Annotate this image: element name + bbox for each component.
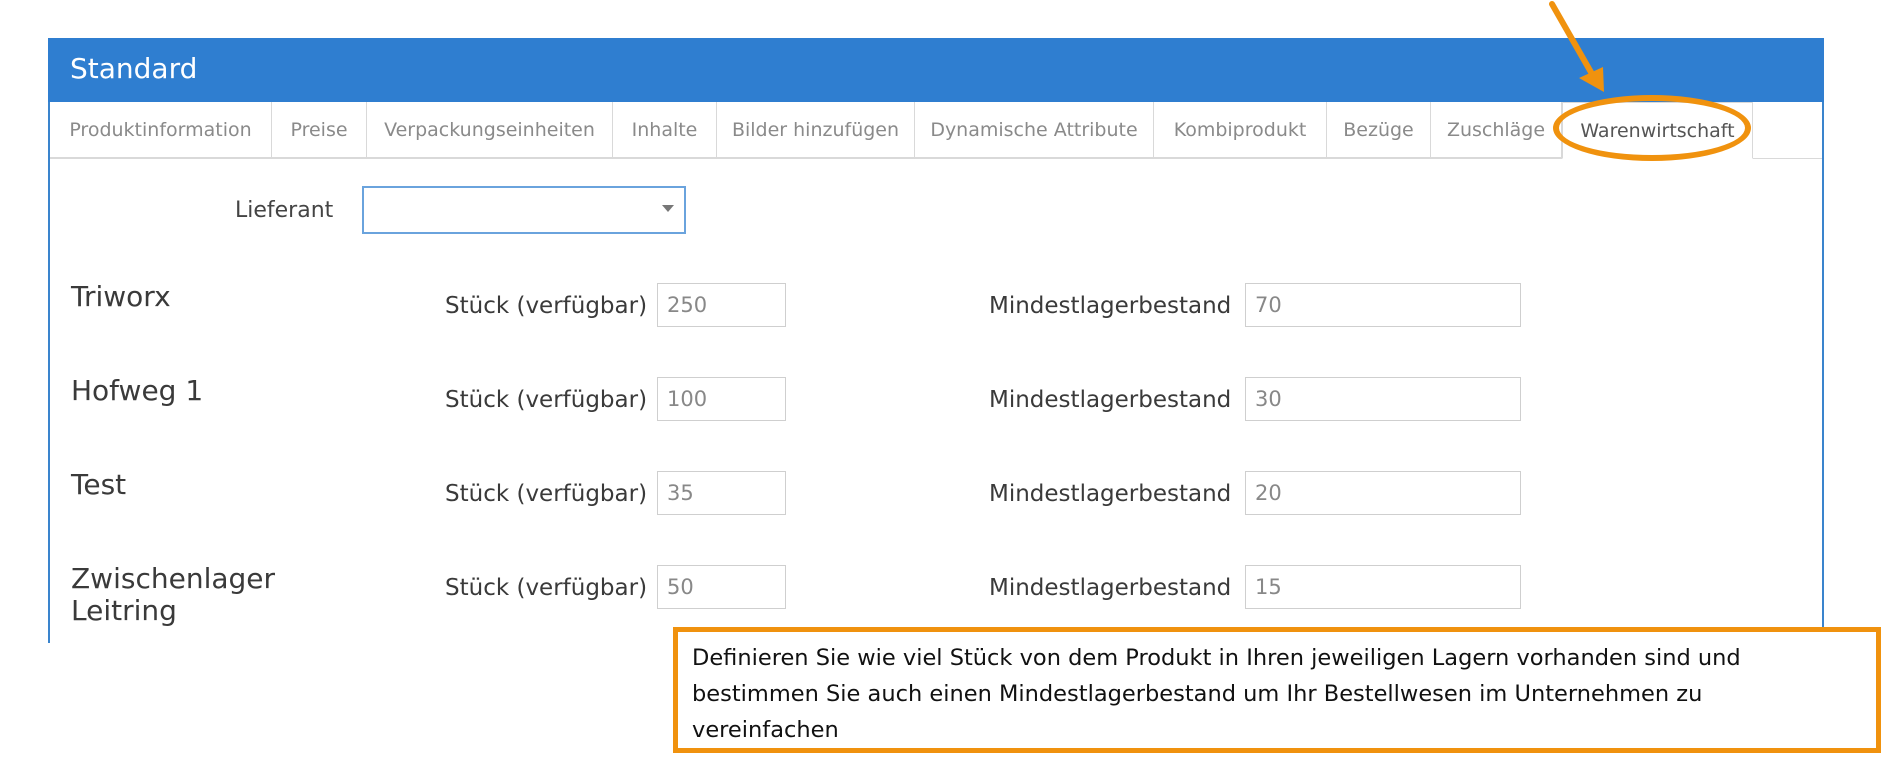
min-stock-label: Mindestlagerbestand bbox=[989, 575, 1232, 601]
warehouse-name: Hofweg 1 bbox=[71, 374, 204, 407]
stock-input[interactable] bbox=[657, 565, 786, 609]
warehouse-name: Zwischenlager Leitring bbox=[71, 562, 276, 627]
min-stock-input[interactable] bbox=[1245, 377, 1521, 421]
min-stock-label: Mindestlagerbestand bbox=[989, 387, 1232, 413]
stock-input[interactable] bbox=[657, 377, 786, 421]
supplier-select[interactable] bbox=[362, 186, 686, 234]
supplier-label: Lieferant bbox=[235, 198, 334, 223]
stock-label: Stück (verfügbar) bbox=[445, 575, 648, 601]
min-stock-input[interactable] bbox=[1245, 471, 1521, 515]
chevron-down-icon bbox=[662, 205, 674, 212]
arrow-icon bbox=[1549, 1, 1604, 92]
min-stock-input[interactable] bbox=[1245, 565, 1521, 609]
stock-label: Stück (verfügbar) bbox=[445, 293, 648, 319]
warehouse-name: Test bbox=[71, 468, 127, 501]
stock-label: Stück (verfügbar) bbox=[445, 481, 648, 507]
tab-kombiprodukt[interactable]: Kombiprodukt bbox=[1154, 102, 1327, 158]
min-stock-label: Mindestlagerbestand bbox=[989, 293, 1232, 319]
stock-input[interactable] bbox=[657, 283, 786, 327]
min-stock-input[interactable] bbox=[1245, 283, 1521, 327]
annotation-callout: Definieren Sie wie viel Stück von dem Pr… bbox=[673, 627, 1881, 753]
tab-produktinformation[interactable]: Produktinformation bbox=[50, 102, 272, 158]
tab-verpackungseinheiten[interactable]: Verpackungseinheiten bbox=[367, 102, 613, 158]
warehouse-name: Triworx bbox=[71, 280, 171, 313]
stock-label: Stück (verfügbar) bbox=[445, 387, 648, 413]
stock-input[interactable] bbox=[657, 471, 786, 515]
tab-inhalte[interactable]: Inhalte bbox=[613, 102, 717, 158]
tab-preise[interactable]: Preise bbox=[272, 102, 367, 158]
tab-dynamische-attribute[interactable]: Dynamische Attribute bbox=[915, 102, 1154, 158]
tab-highlight-ellipse bbox=[1553, 95, 1751, 161]
tab-bilder-hinzufuegen[interactable]: Bilder hinzufügen bbox=[717, 102, 915, 158]
tab-bezuege[interactable]: Bezüge bbox=[1327, 102, 1431, 158]
callout-line: vereinfachen bbox=[692, 717, 839, 743]
callout-line: bestimmen Sie auch einen Mindestlagerbes… bbox=[692, 681, 1703, 707]
tab-zuschlaege[interactable]: Zuschläge bbox=[1431, 102, 1562, 158]
min-stock-label: Mindestlagerbestand bbox=[989, 481, 1232, 507]
panel-title: Standard bbox=[70, 52, 198, 85]
callout-line: Definieren Sie wie viel Stück von dem Pr… bbox=[692, 645, 1741, 671]
